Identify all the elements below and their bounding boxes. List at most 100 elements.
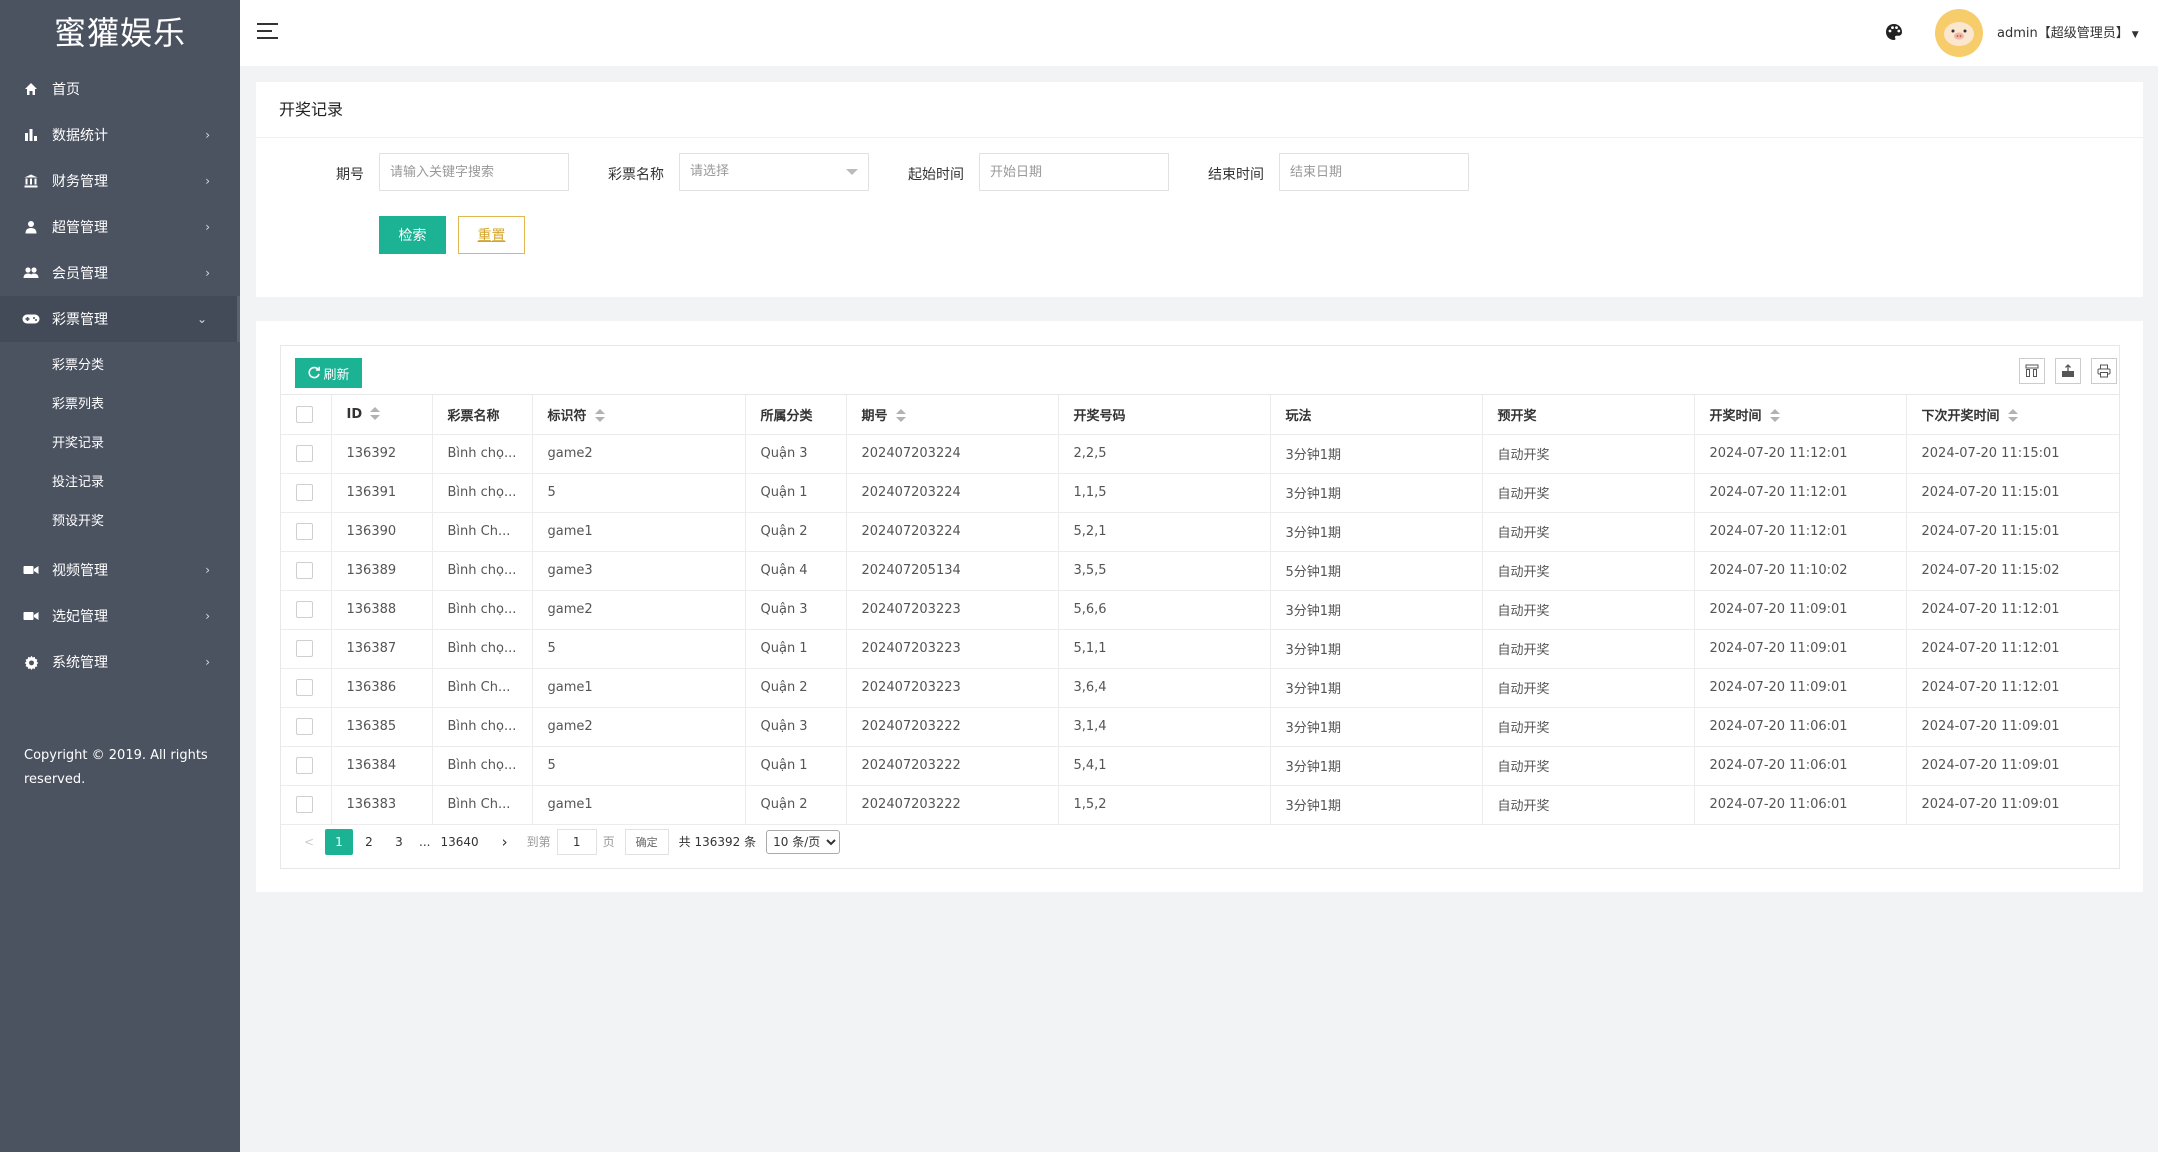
copyright: Copyright © 2019. All rights reserved. <box>24 748 208 787</box>
column-header: 所属分类 <box>745 395 847 435</box>
table-cell: 202407203223 <box>846 590 1059 630</box>
search-panel: 开奖记录 期号 彩票名称 请选择 起始时间 结束时间 检索 重置 <box>256 82 2143 297</box>
table-cell: 2024-07-20 11:09:01 <box>1906 707 2119 747</box>
page-button[interactable]: 1 <box>325 828 353 855</box>
page-button[interactable]: 3 <box>385 829 413 855</box>
row-select-cell <box>281 629 332 669</box>
submenu-item-bet-records[interactable]: 投注记录 <box>0 463 240 502</box>
row-select-cell <box>281 746 332 786</box>
row-checkbox[interactable] <box>296 718 313 735</box>
column-header-label: 期号 <box>861 408 888 424</box>
sort-icon[interactable] <box>895 409 906 423</box>
sidebar-item-admins[interactable]: 超管管理 › <box>0 204 240 250</box>
goto-confirm-button[interactable]: 确定 <box>624 828 669 855</box>
table-cell: 2024-07-20 11:15:01 <box>1906 434 2119 474</box>
table-cell: Bình chọ... <box>432 629 533 669</box>
table-cell: 136386 <box>331 668 433 708</box>
table-cell: Bình Ch... <box>432 512 533 552</box>
table-cell: Bình chọ... <box>432 746 533 786</box>
row-select-cell <box>281 512 332 552</box>
columns-filter-icon[interactable] <box>2019 358 2045 384</box>
prev-page-icon[interactable]: < <box>295 829 323 855</box>
table-row: 136389 Bình chọ... game3 Quận 4 202407205134… <box>281 551 2119 591</box>
column-header-label: 彩票名称 <box>447 408 500 424</box>
table-cell: 2024-07-20 11:09:01 <box>1906 746 2119 786</box>
refresh-button[interactable]: 刷新 <box>295 358 362 388</box>
sidebar-item-selection[interactable]: 选妃管理 › <box>0 593 240 639</box>
records-panel: 刷新 ID 彩票名称 标识符 所属分类 期号 开奖号码 玩法 预开奖 开奖时间 … <box>256 321 2143 892</box>
reset-button[interactable]: 重置 <box>458 216 525 254</box>
row-checkbox[interactable] <box>296 601 313 618</box>
goto-page-input[interactable] <box>556 828 597 855</box>
table-cell: game1 <box>532 668 746 708</box>
column-header-label: 开奖号码 <box>1073 408 1126 424</box>
submenu-item-preset-draw[interactable]: 预设开奖 <box>0 502 240 541</box>
table-cell: 5 <box>532 473 746 513</box>
table-row: 136387 Bình chọ... 5 Quận 1 202407203223 5,1,… <box>281 629 2119 669</box>
next-page-icon[interactable]: › <box>491 829 519 855</box>
table-cell: Quận 2 <box>745 668 847 708</box>
table-cell: Quận 1 <box>745 746 847 786</box>
select-all-checkbox[interactable] <box>296 405 313 423</box>
sort-icon[interactable] <box>1769 409 1780 423</box>
table-cell: 2024-07-20 11:12:01 <box>1906 629 2119 669</box>
table-cell: Bình Ch... <box>432 668 533 708</box>
table-cell: 136389 <box>331 551 433 591</box>
palette-icon[interactable] <box>1884 22 1904 42</box>
sidebar-item-lottery[interactable]: 彩票管理 ⌄ <box>0 296 240 342</box>
sort-icon[interactable] <box>594 409 605 423</box>
table-cell: 136390 <box>331 512 433 552</box>
sidebar-item-label: 财务管理 <box>52 174 108 190</box>
submenu-item-lottery-category[interactable]: 彩票分类 <box>0 346 240 385</box>
row-checkbox[interactable] <box>296 445 313 462</box>
sidebar-item-home[interactable]: 首页 <box>0 66 240 112</box>
sidebar-menu-lower: 视频管理 › 选妃管理 › 系统管理 › <box>0 547 240 685</box>
row-checkbox[interactable] <box>296 640 313 657</box>
row-checkbox[interactable] <box>296 484 313 501</box>
table-row: 136390 Bình Ch... game1 Quận 2 202407203224 5… <box>281 512 2119 552</box>
sort-icon[interactable] <box>370 407 381 421</box>
chevron-down-icon: ⌄ <box>196 312 207 326</box>
start-date-input[interactable] <box>979 153 1169 191</box>
last-page-button[interactable]: 13640 <box>440 829 478 855</box>
issue-search-input[interactable] <box>379 153 569 191</box>
sort-icon[interactable] <box>2007 409 2018 423</box>
sidebar-item-label: 系统管理 <box>52 655 108 671</box>
row-checkbox[interactable] <box>296 523 313 540</box>
submenu-item-lottery-list[interactable]: 彩票列表 <box>0 385 240 424</box>
table-cell: 1,1,5 <box>1058 473 1271 513</box>
search-button[interactable]: 检索 <box>379 216 446 254</box>
table-row: 136391 Bình chọ... 5 Quận 1 202407203224 1,1,… <box>281 473 2119 513</box>
end-date-input[interactable] <box>1279 153 1469 191</box>
print-icon[interactable] <box>2091 358 2117 384</box>
table-cell: game3 <box>532 551 746 591</box>
user-menu[interactable]: admin【超级管理员】 ▼ <box>1997 22 2139 41</box>
submenu-item-draw-records[interactable]: 开奖记录 <box>0 424 240 463</box>
row-checkbox[interactable] <box>296 562 313 579</box>
records-table-container: 刷新 ID 彩票名称 标识符 所属分类 期号 开奖号码 玩法 预开奖 开奖时间 … <box>280 345 2120 869</box>
pagination: < 1 2 3 ... 13640 › 到第 页 确定 共 136392 条 1… <box>281 819 2119 864</box>
table-cell: Bình chọ... <box>432 551 533 591</box>
page-size-select[interactable]: 10 条/页 <box>766 829 841 854</box>
table-cell: 3分钟1期 <box>1270 473 1483 513</box>
table-cell: Bình chọ... <box>432 590 533 630</box>
sidebar-item-video[interactable]: 视频管理 › <box>0 547 240 593</box>
sidebar-item-stats[interactable]: 数据统计 › <box>0 112 240 158</box>
menu-toggle-icon[interactable] <box>257 23 278 41</box>
column-header-label: 开奖时间 <box>1709 408 1762 424</box>
row-checkbox[interactable] <box>296 796 313 813</box>
table-cell: 2024-07-20 11:06:01 <box>1694 746 1907 786</box>
export-icon[interactable] <box>2055 358 2081 384</box>
lottery-name-select[interactable]: 请选择 <box>679 153 869 191</box>
sidebar-item-system[interactable]: 系统管理 › <box>0 639 240 685</box>
table-cell: 136385 <box>331 707 433 747</box>
end-time-label: 结束时间 <box>1208 167 1264 183</box>
row-checkbox[interactable] <box>296 679 313 696</box>
avatar[interactable] <box>1935 9 1983 57</box>
row-checkbox[interactable] <box>296 757 313 774</box>
sidebar-item-members[interactable]: 会员管理 › <box>0 250 240 296</box>
table-cell: 136388 <box>331 590 433 630</box>
sidebar-item-label: 会员管理 <box>52 266 108 282</box>
page-button[interactable]: 2 <box>355 829 383 855</box>
sidebar-item-finance[interactable]: 财务管理 › <box>0 158 240 204</box>
